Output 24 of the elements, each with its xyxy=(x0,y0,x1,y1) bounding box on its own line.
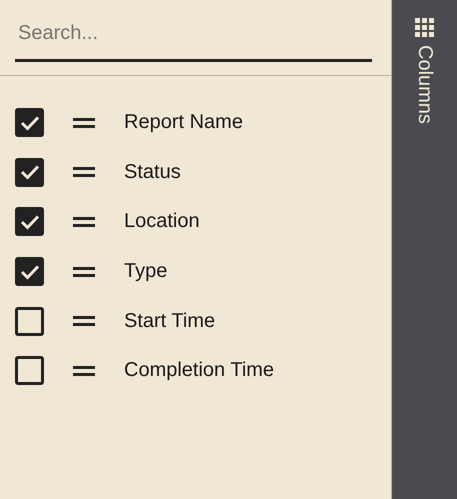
drag-handle-icon[interactable] xyxy=(73,167,95,178)
checkbox[interactable] xyxy=(15,108,44,138)
checkmark-icon xyxy=(20,164,40,180)
drag-handle-icon[interactable] xyxy=(73,316,95,326)
checkmark-icon xyxy=(20,214,40,230)
checkbox[interactable] xyxy=(15,356,44,386)
checkbox[interactable] xyxy=(15,207,44,236)
column-label: Status xyxy=(124,160,181,184)
checkbox[interactable] xyxy=(15,257,44,286)
checkmark-icon xyxy=(20,114,40,131)
search-field[interactable]: Search... xyxy=(15,14,372,62)
column-label: Start Time xyxy=(124,310,216,333)
drag-handle-icon[interactable] xyxy=(73,366,95,376)
column-label: Location xyxy=(124,210,200,234)
drag-handle-icon[interactable] xyxy=(73,216,95,227)
checkbox[interactable] xyxy=(15,158,44,187)
grid-icon xyxy=(415,18,434,37)
drag-handle-icon[interactable] xyxy=(73,118,95,128)
drag-handle-icon[interactable] xyxy=(73,266,95,277)
checkbox[interactable] xyxy=(15,306,44,336)
column-label: Report Name xyxy=(124,111,243,134)
column-label: Type xyxy=(124,260,168,284)
column-label: Completion Time xyxy=(124,359,274,382)
checkmark-icon xyxy=(20,264,40,280)
